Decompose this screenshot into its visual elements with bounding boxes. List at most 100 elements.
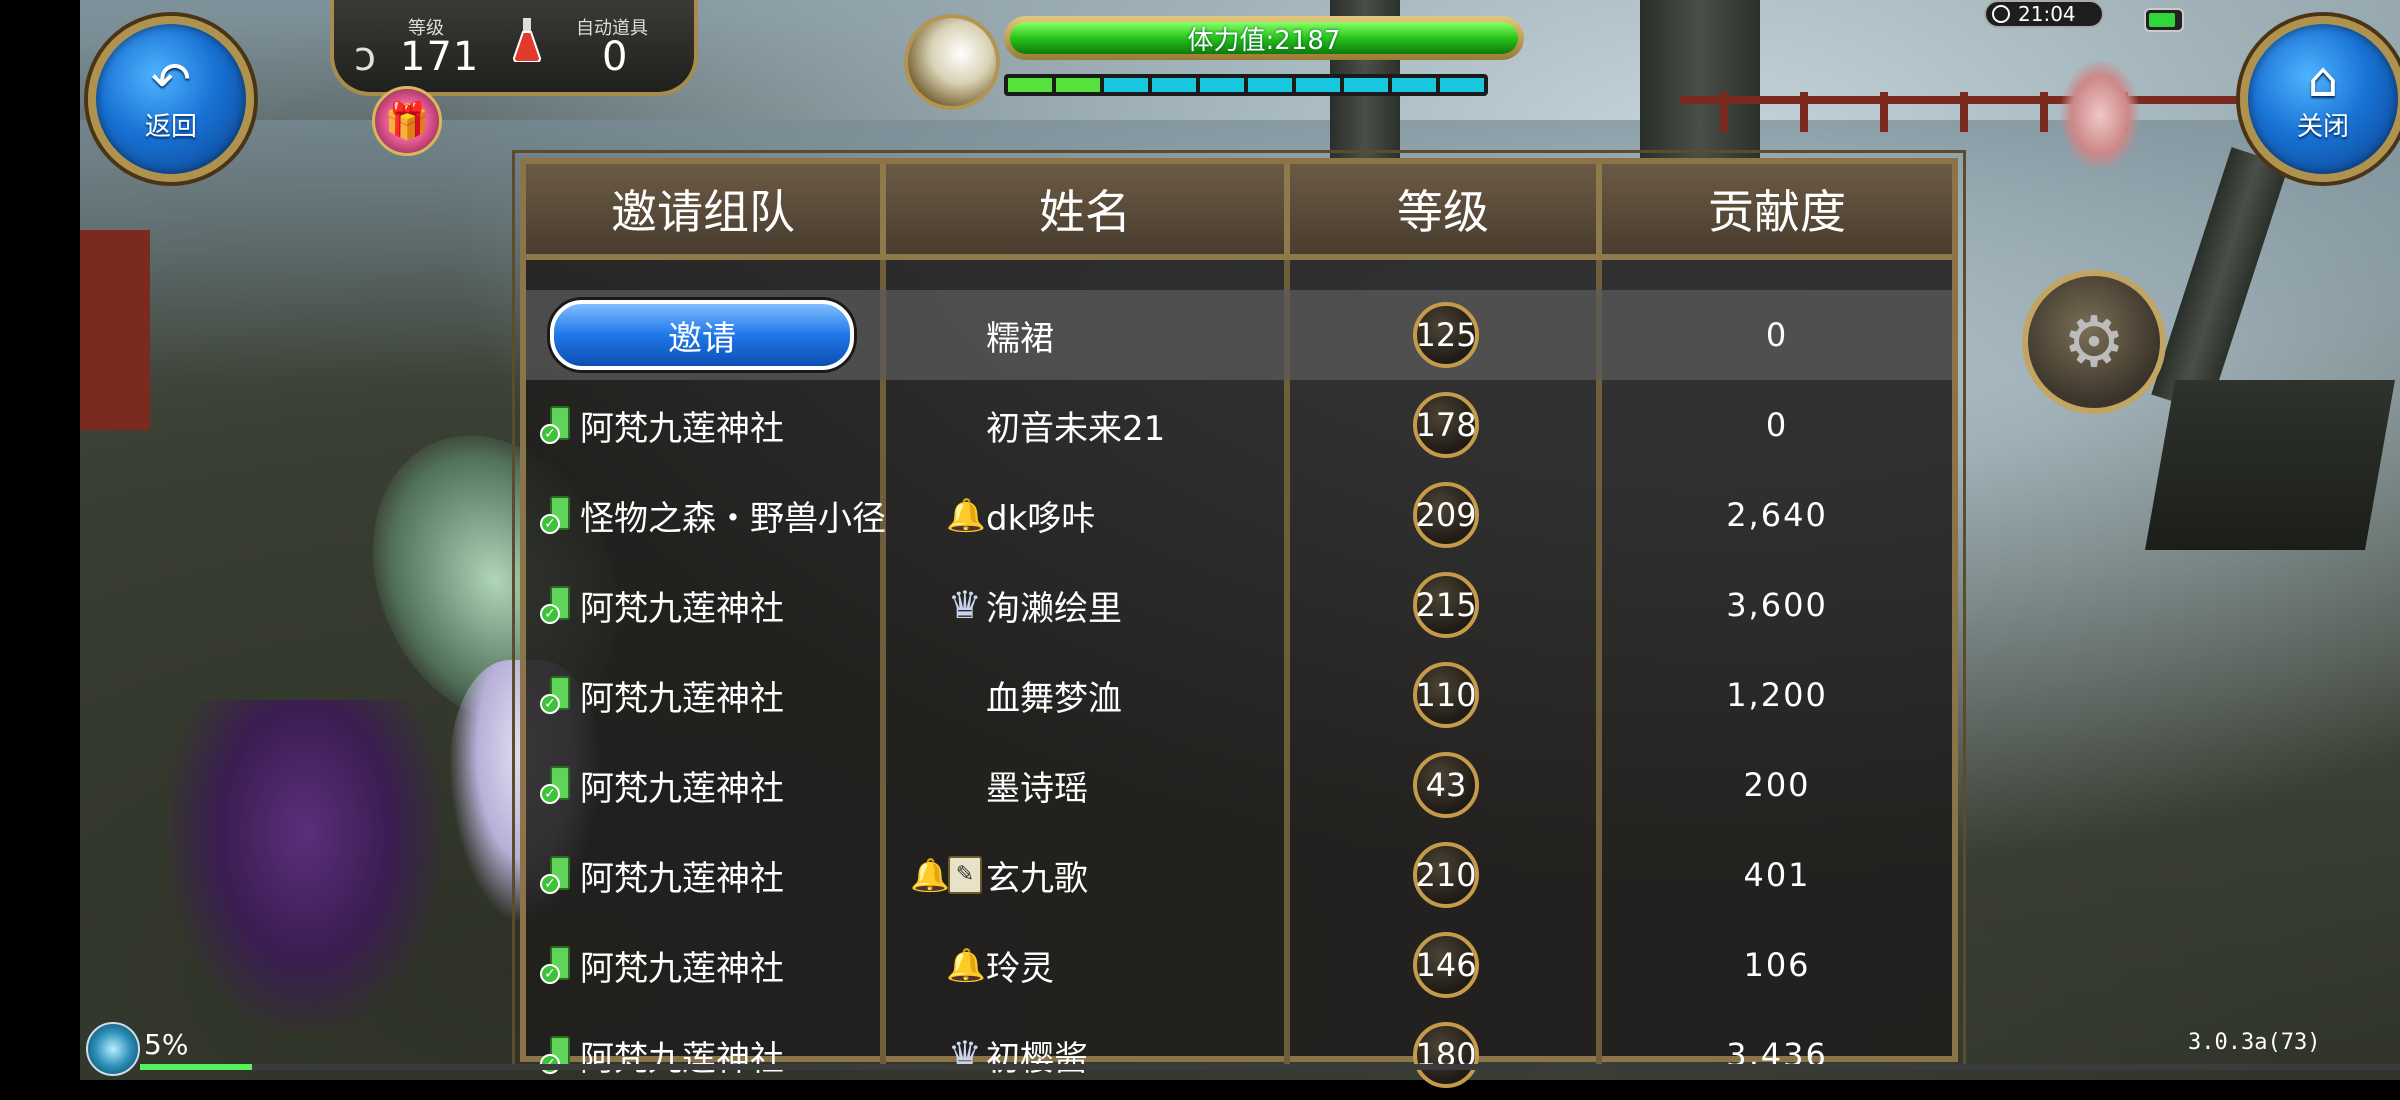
online-phone-icon: ✓ <box>540 946 574 984</box>
member-name: 玄九歌 <box>986 858 1088 899</box>
online-phone-icon: ✓ <box>540 766 574 804</box>
exp-bar-fill <box>140 1064 252 1070</box>
table-row[interactable]: ✓ 阿梵九莲神社 血舞梦洫 110 1,200 <box>526 650 1952 740</box>
name-cell: 墨诗瑶 <box>886 740 1290 830</box>
gear-icon: ⚙ <box>2062 301 2126 383</box>
member-list: 邀请 糯裙 125 0 ✓ 阿梵九莲神社 初音未来21 178 0 ✓ 怪物之森・野兽小径 🔔 dk哆咔… <box>526 290 1952 1100</box>
table-header: 邀请组队 姓名 等级 贡献度 <box>526 164 1952 260</box>
invite-cell: ✓阿梵九莲神社 <box>526 380 886 470</box>
fence-post <box>1960 92 1968 132</box>
bell-icon: 🔔 <box>946 496 986 534</box>
back-button[interactable]: ↶ 返回 <box>88 16 254 182</box>
energy-segment <box>1440 78 1484 92</box>
level-cell: 125 <box>1290 290 1602 380</box>
member-contribution: 401 <box>1743 856 1811 894</box>
member-level-badge: 210 <box>1413 842 1479 908</box>
back-arrow-icon: ↶ <box>150 51 192 108</box>
role-badges: ♛ <box>906 586 982 624</box>
member-level-badge: 110 <box>1413 662 1479 728</box>
close-label: 关闭 <box>2296 111 2349 142</box>
energy-segment <box>1056 78 1100 92</box>
online-phone-icon: ✓ <box>540 496 574 534</box>
member-level-badge: 146 <box>1413 932 1479 998</box>
level-cell: 180 <box>1290 1010 1602 1100</box>
close-button[interactable]: ⌂ 关闭 <box>2240 16 2400 182</box>
home-icon: ⌂ <box>2307 51 2339 108</box>
energy-segments <box>1004 74 1488 96</box>
member-contribution: 0 <box>1765 406 1789 444</box>
invite-cell: ✓阿梵九莲神社 <box>526 830 886 920</box>
member-location: 阿梵九莲神社 <box>580 948 784 989</box>
table-row[interactable]: ✓ 阿梵九莲神社 🔔 ✎ 玄九歌 210 401 <box>526 830 1952 920</box>
header-level: 等级 <box>1290 164 1602 254</box>
header-contribution: 贡献度 <box>1708 185 1846 239</box>
online-phone-icon: ✓ <box>540 406 574 444</box>
invite-button[interactable]: 邀请 <box>550 300 854 370</box>
level-cell: 215 <box>1290 560 1602 650</box>
member-contribution: 200 <box>1743 766 1811 804</box>
table-row[interactable]: ✓ 怪物之森・野兽小径 🔔 dk哆咔 209 2,640 <box>526 470 1952 560</box>
auto-item-value: 0 <box>602 34 628 80</box>
bell-icon: 🔔 <box>946 946 986 984</box>
pink-pet-character <box>2060 60 2140 170</box>
name-cell: 初音未来21 <box>886 380 1290 470</box>
guild-member-panel: 邀请组队 姓名 等级 贡献度 邀请 糯裙 125 0 ✓ 阿梵九莲神社 初音未来21 178 0… <box>512 150 1966 1088</box>
table-row[interactable]: ✓ 阿梵九莲神社 墨诗瑶 43 200 <box>526 740 1952 830</box>
role-badges: 🔔 <box>906 946 986 984</box>
energy-segment <box>1008 78 1052 92</box>
bell-icon: 🔔 <box>910 856 950 894</box>
name-cell: ♛ 初樱酱 <box>886 1010 1290 1100</box>
level-cell: 146 <box>1290 920 1602 1010</box>
member-location: 怪物之森・野兽小径 <box>580 498 886 539</box>
member-name: 血舞梦洫 <box>986 678 1122 719</box>
member-location: 阿梵九莲神社 <box>580 768 784 809</box>
level-cell: 210 <box>1290 830 1602 920</box>
gift-icon[interactable]: 🎁 <box>372 86 442 156</box>
member-level-badge: 125 <box>1413 302 1479 368</box>
purple-character <box>170 700 440 1030</box>
member-name: 糯裙 <box>986 318 1054 359</box>
invite-cell: ✓阿梵九莲神社 <box>526 560 886 650</box>
table-row[interactable]: ✓ 阿梵九莲神社 初音未来21 178 0 <box>526 380 1952 470</box>
header-invite-team: 邀请组队 <box>526 164 886 254</box>
energy-segment <box>1152 78 1196 92</box>
table-row[interactable]: 邀请 糯裙 125 0 <box>526 290 1952 380</box>
energy-segment <box>1200 78 1244 92</box>
member-location: 阿梵九莲神社 <box>580 408 784 449</box>
clock-time: 21:04 <box>2018 2 2076 26</box>
member-level-badge: 180 <box>1413 1022 1479 1088</box>
energy-segment <box>1296 78 1340 92</box>
name-cell: 糯裙 <box>886 290 1290 380</box>
member-level-badge: 178 <box>1413 392 1479 458</box>
energy-segment <box>1392 78 1436 92</box>
role-badges: 🔔 <box>906 496 986 534</box>
invite-cell: ✓阿梵九莲神社 <box>526 920 886 1010</box>
fence-post <box>1880 92 1888 132</box>
name-cell: 🔔 玲灵 <box>886 920 1290 1010</box>
online-phone-icon: ✓ <box>540 676 574 714</box>
energy-segment <box>1248 78 1292 92</box>
clock: 21:04 <box>1984 0 2104 28</box>
table-row[interactable]: ✓ 阿梵九莲神社 ♛ 洵濑绘里 215 3,600 <box>526 560 1952 650</box>
member-contribution: 3,600 <box>1726 586 1828 624</box>
table-row[interactable]: ✓阿梵九莲神社♛初樱酱 180 3,436 <box>526 1010 1952 1100</box>
swirl-icon: ↄ <box>354 34 376 80</box>
fence <box>1680 96 2300 104</box>
member-contribution: 106 <box>1743 946 1811 984</box>
header-name: 姓名 <box>886 164 1290 254</box>
settings-button[interactable]: ⚙ <box>2022 270 2166 414</box>
clock-icon <box>1992 5 2010 23</box>
level-value: 171 <box>400 34 480 80</box>
online-phone-icon: ✓ <box>540 586 574 624</box>
fence-post <box>2040 92 2048 132</box>
energy-segment <box>1344 78 1388 92</box>
member-name: 初音未来21 <box>986 408 1166 449</box>
table-row[interactable]: ✓ 阿梵九莲神社 🔔 玲灵 146 106 <box>526 920 1952 1010</box>
online-phone-icon: ✓ <box>540 856 574 894</box>
member-level-badge: 215 <box>1413 572 1479 638</box>
member-name: 墨诗瑶 <box>986 768 1088 809</box>
member-location: 阿梵九莲神社 <box>580 1038 784 1079</box>
member-level-badge: 209 <box>1413 482 1479 548</box>
potion-icon <box>512 18 542 62</box>
exp-percent: 5% <box>144 1028 189 1061</box>
